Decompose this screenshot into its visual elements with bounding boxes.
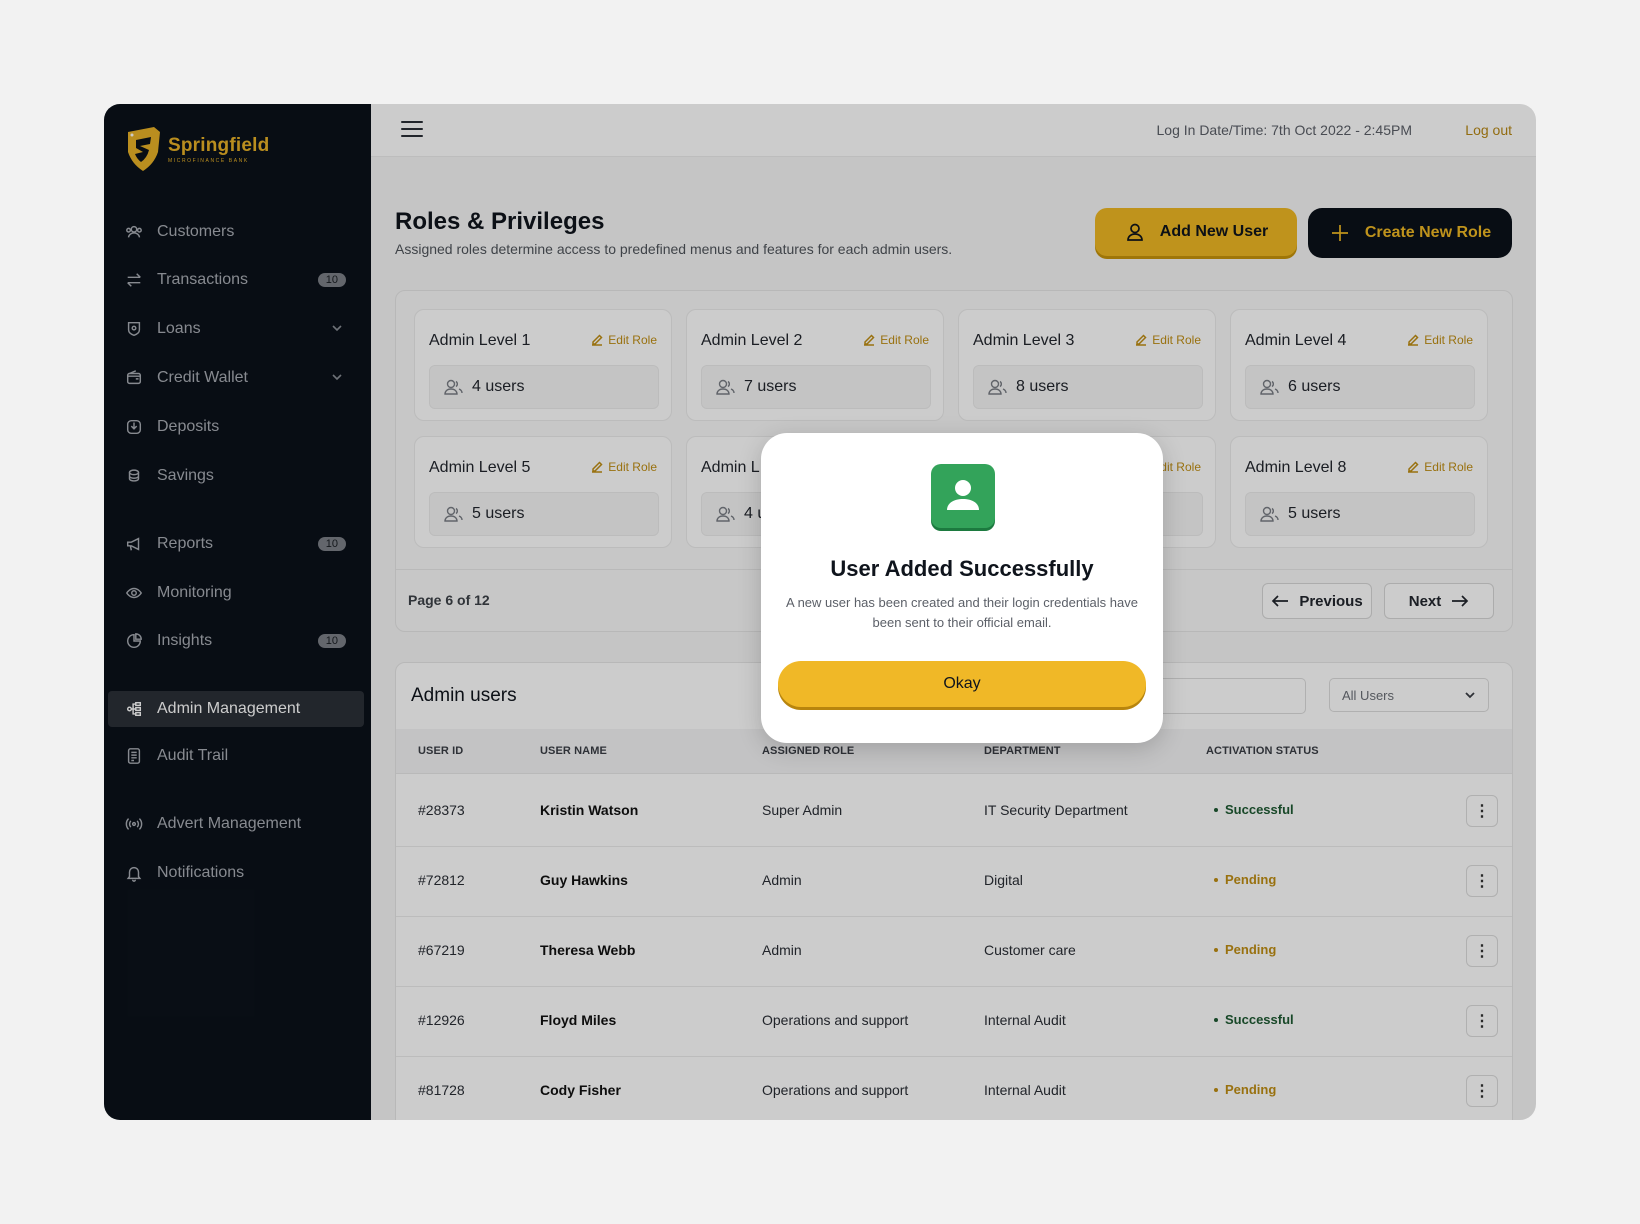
okay-button[interactable]: Okay [778, 661, 1146, 707]
user-success-icon [931, 464, 995, 528]
success-modal: User Added Successfully A new user has b… [761, 433, 1163, 743]
modal-title: User Added Successfully [830, 556, 1094, 581]
modal-message: A new user has been created and their lo… [786, 595, 1138, 630]
